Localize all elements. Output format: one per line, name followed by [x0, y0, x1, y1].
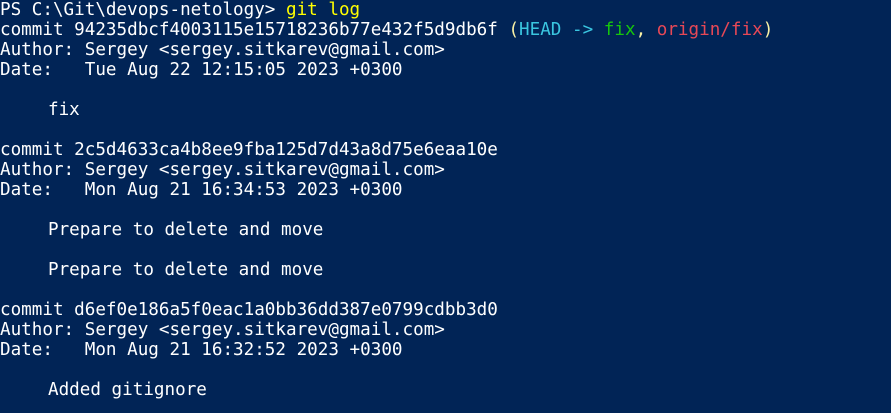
- prompt-path: PS C:\Git\devops-netology>: [0, 0, 286, 20]
- refs-close-paren: ): [762, 20, 774, 40]
- commit-date: Date: Mon Aug 21 16:32:52 2023 +0300: [0, 340, 403, 360]
- powershell-terminal[interactable]: PS C:\Git\devops-netology> git log commi…: [0, 0, 891, 413]
- prompt-line: PS C:\Git\devops-netology> git log: [0, 0, 891, 20]
- commit-message: Prepare to delete and move: [48, 260, 324, 280]
- commit-author: Author: Sergey <sergey.sitkarev@gmail.co…: [0, 40, 445, 60]
- commit-date: Date: Tue Aug 22 12:15:05 2023 +0300: [0, 60, 403, 80]
- head-ref: HEAD ->: [519, 20, 604, 40]
- refs-separator: ,: [635, 20, 657, 40]
- commit-hash-line: commit 94235dbcf4003115e15718236b77e432f…: [0, 20, 891, 40]
- commit-author: Author: Sergey <sergey.sitkarev@gmail.co…: [0, 320, 445, 340]
- commit-hash-line: commit d6ef0e186a5f0eac1a0bb36dd387e0799…: [0, 300, 498, 320]
- commit-message: fix: [48, 100, 80, 120]
- refs-open-paren: (: [508, 20, 520, 40]
- commit-author: Author: Sergey <sergey.sitkarev@gmail.co…: [0, 160, 445, 180]
- commit-date: Date: Mon Aug 21 16:34:53 2023 +0300: [0, 180, 403, 200]
- commit-message: Added gitignore: [48, 380, 207, 400]
- commit-message: Prepare to delete and move: [48, 220, 324, 240]
- branch-ref: fix: [603, 20, 636, 40]
- commit-hash-line: commit 2c5d4633ca4b8ee9fba125d7d43a8d75e…: [0, 140, 498, 160]
- remote-ref: origin/fix: [656, 20, 763, 40]
- prompt-command: git log: [286, 0, 361, 20]
- commit-hash: commit 94235dbcf4003115e15718236b77e432f…: [0, 20, 509, 40]
